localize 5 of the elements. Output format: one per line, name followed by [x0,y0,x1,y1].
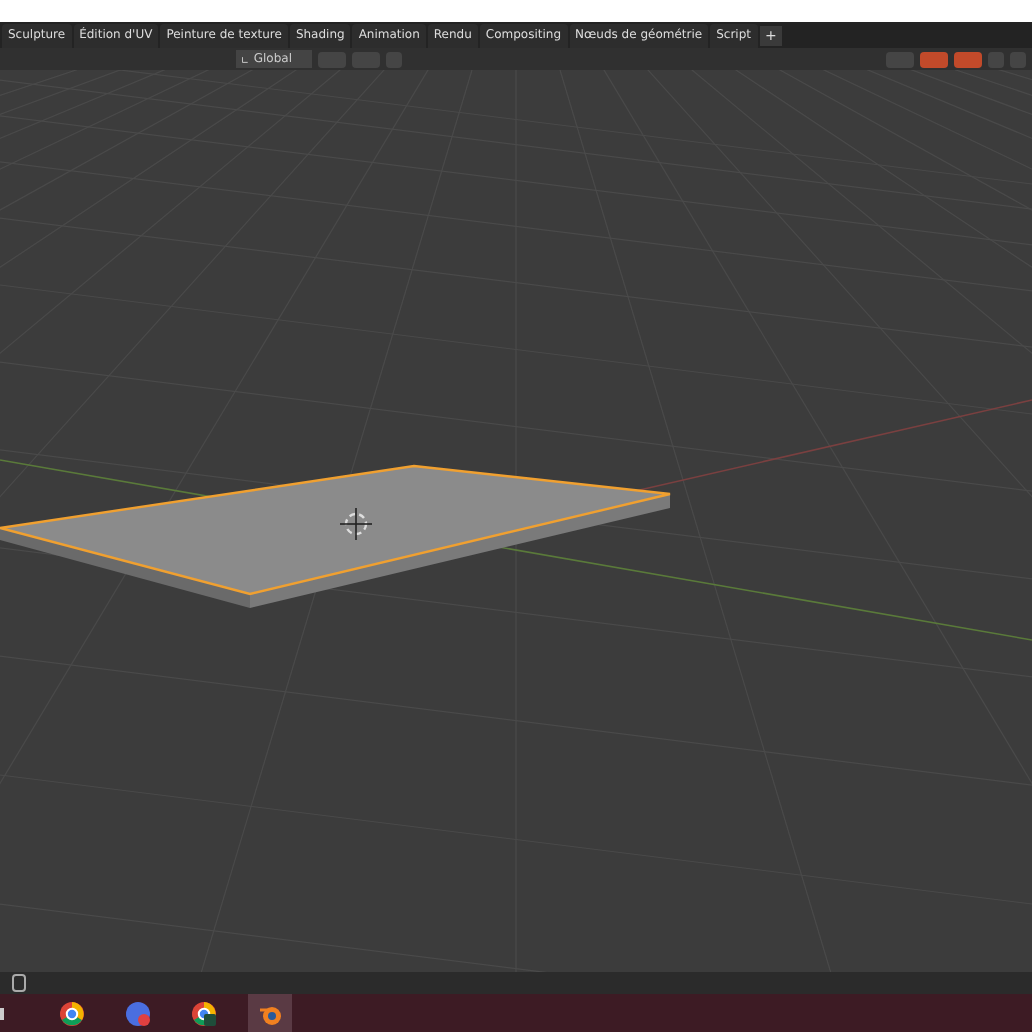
plane-object[interactable] [0,464,672,608]
blender-app-icon[interactable] [248,994,292,1032]
axes-icon [242,53,248,65]
mouse-icon [12,974,26,992]
origin-icon [339,507,373,541]
